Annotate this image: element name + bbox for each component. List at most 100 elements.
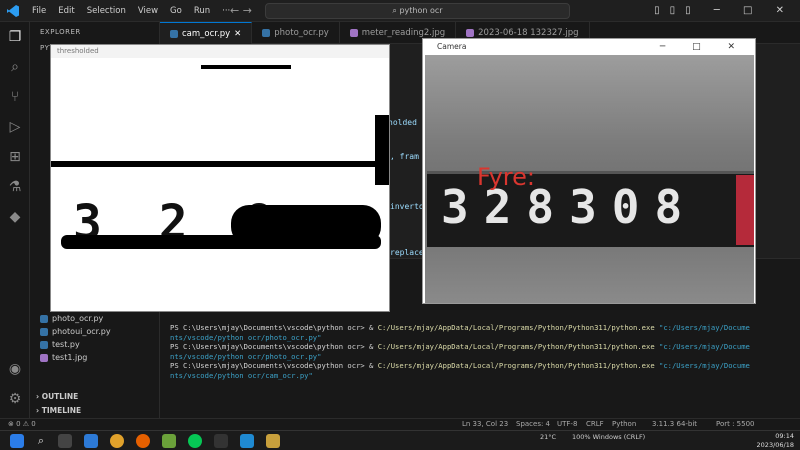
sidebar-header: EXPLORER (40, 28, 81, 36)
code-fragment: holded (388, 118, 417, 127)
list-item[interactable]: photo_ocr.py (40, 312, 111, 325)
terminal-executable: C:/Users/mjay/AppData/Local/Programs/Pyt… (377, 342, 655, 351)
menu-view[interactable]: View (132, 0, 164, 22)
list-item[interactable]: test1.jpg (40, 351, 111, 364)
menu-edit[interactable]: Edit (52, 0, 80, 22)
list-item[interactable]: photoui_ocr.py (40, 325, 111, 338)
outline-section[interactable]: › OUTLINE (36, 392, 78, 401)
terminal-argument: "c:/Users/mjay/Docume (654, 342, 750, 351)
clock[interactable]: 09:14 2023/06/18 (757, 432, 794, 450)
search-icon[interactable]: ⌕ (6, 58, 24, 76)
python-icon (170, 29, 178, 38)
close-icon[interactable]: ✕ (234, 23, 241, 45)
python-icon[interactable]: ◆ (6, 208, 24, 226)
run-debug-icon[interactable]: ▷ (6, 118, 24, 136)
terminal-argument: nts/vscode/python ocr/photo_ocr.py" (170, 351, 322, 361)
terminal-prompt: PS C:\Users\mjay\Documents\vscode\python… (170, 342, 378, 351)
window-titlebar: Camera ─ □ ✕ (423, 39, 755, 55)
edge-icon[interactable] (84, 434, 98, 448)
terminal-argument: nts/vscode/python ocr/cam_ocr.py" (170, 370, 313, 380)
chrome-icon[interactable] (110, 434, 124, 448)
window-controls[interactable]: ─ □ ✕ (660, 39, 747, 55)
command-search[interactable]: ⌕ python ocr (265, 3, 570, 19)
terminal-argument: "c:/Users/mjay/Docume (654, 361, 750, 370)
line-ending[interactable]: CRLF (586, 420, 604, 428)
title-bar: File Edit Selection View Go Run ··· ← → … (0, 0, 800, 22)
activity-bar: ❐ ⌕ ⑂ ▷ ⊞ ⚗ ◆ ◉ ⚙ (0, 22, 30, 430)
tray-status[interactable]: 100% Windows (CRLF) (572, 433, 645, 441)
camera-window[interactable]: Camera ─ □ ✕ 328308 Fyre: (422, 38, 756, 304)
extensions-icon[interactable]: ⊞ (6, 148, 24, 166)
window-title: Camera (437, 42, 467, 51)
terminal-line: PS C:\Users\mjay\Documents\vscode\python… (170, 361, 795, 371)
python-interpreter[interactable]: 3.11.3 64-bit (652, 420, 697, 428)
terminal-argument: "c:/Users/mjay/Docume (654, 323, 750, 332)
list-item[interactable]: test.py (40, 338, 111, 351)
ocr-result-text: Fyre: (477, 163, 535, 191)
code-fragment: replace (390, 248, 424, 257)
search-icon[interactable]: ⌕ (34, 434, 48, 448)
app-icon[interactable] (162, 434, 176, 448)
cursor-position[interactable]: Ln 33, Col 23 (462, 420, 508, 428)
encoding[interactable]: UTF-8 (557, 420, 577, 428)
menu-file[interactable]: File (26, 0, 52, 22)
vscode-logo-icon (7, 5, 19, 17)
menu-go[interactable]: Go (164, 0, 188, 22)
noise-blob (201, 65, 291, 69)
search-text: python ocr (399, 6, 443, 15)
testing-icon[interactable]: ⚗ (6, 178, 24, 196)
window-title: thresholded (51, 45, 389, 58)
tab-photo-ocr[interactable]: photo_ocr.py (252, 22, 340, 44)
python-icon (262, 29, 271, 37)
terminal-prompt: PS C:\Users\mjay\Documents\vscode\python… (170, 323, 378, 332)
window-controls[interactable]: ▯▯▯ ─ □ ✕ (654, 0, 794, 22)
vscode-taskbar-icon[interactable] (240, 434, 254, 448)
language-mode[interactable]: Python (612, 420, 636, 428)
terminal-line: nts/vscode/python ocr/cam_ocr.py" (170, 371, 795, 381)
nav-arrows[interactable]: ← → (230, 0, 252, 22)
source-control-icon[interactable]: ⑂ (6, 88, 24, 106)
python-file-icon (40, 340, 48, 349)
tab-cam-ocr[interactable]: cam_ocr.py ✕ (160, 22, 253, 45)
python-file-icon (40, 314, 48, 323)
code-fragment: , fram (390, 152, 419, 161)
image-icon (466, 29, 475, 37)
meter-red-segment (736, 175, 754, 245)
menu-selection[interactable]: Selection (81, 0, 132, 22)
terminal-executable: C:/Users/mjay/AppData/Local/Programs/Pyt… (377, 361, 655, 370)
image-icon (349, 29, 358, 37)
status-bar: ⊗ 0 ⚠ 0 Ln 33, Col 23 Spaces: 4 UTF-8 CR… (0, 418, 800, 430)
terminal-line: PS C:\Users\mjay\Documents\vscode\python… (170, 323, 795, 333)
app-icon[interactable] (214, 434, 228, 448)
menu-run[interactable]: Run (188, 0, 216, 22)
noise-blob (375, 115, 389, 185)
firefox-icon[interactable] (136, 434, 150, 448)
terminal-executable: C:/Users/mjay/AppData/Local/Programs/Pyt… (377, 323, 655, 332)
terminal-prompt: PS C:\Users\mjay\Documents\vscode\python… (170, 361, 378, 370)
terminal-output: PS C:\Users\mjay\Documents\vscode\python… (170, 323, 795, 380)
terminal-line: PS C:\Users\mjay\Documents\vscode\python… (170, 342, 795, 352)
camera-feed: 328308 Fyre: (425, 55, 754, 303)
menu-bar: File Edit Selection View Go Run ··· (26, 0, 236, 22)
windows-start-icon[interactable] (10, 434, 24, 448)
timeline-section[interactable]: › TIMELINE (36, 406, 81, 415)
line-app-icon[interactable] (188, 434, 202, 448)
problems-count[interactable]: ⊗ 0 ⚠ 0 (8, 420, 36, 428)
file-list: photo_ocr.py photoui_ocr.py test.py test… (40, 312, 111, 364)
gear-icon[interactable]: ⚙ (6, 390, 24, 408)
explorer-icon[interactable]: ❐ (6, 28, 24, 46)
thresholded-window[interactable]: thresholded 3 2 8 (50, 44, 390, 312)
noise-blob (51, 161, 389, 167)
python-taskbar-icon[interactable] (266, 434, 280, 448)
terminal-line: nts/vscode/python ocr/photo_ocr.py" (170, 352, 795, 362)
weather-widget[interactable]: 21°C (540, 433, 556, 441)
indentation[interactable]: Spaces: 4 (516, 420, 550, 428)
live-server-port[interactable]: Port : 5500 (716, 420, 755, 428)
terminal-line: nts/vscode/python ocr/photo_ocr.py" (170, 333, 795, 343)
windows-taskbar: ⌕ 21°C 100% Windows (CRLF) 09:14 2023/06… (0, 430, 800, 450)
image-file-icon (40, 353, 48, 362)
notion-icon[interactable] (58, 434, 72, 448)
terminal-argument: nts/vscode/python ocr/photo_ocr.py" (170, 332, 322, 342)
noise-blob (61, 235, 381, 249)
account-icon[interactable]: ◉ (6, 360, 24, 378)
